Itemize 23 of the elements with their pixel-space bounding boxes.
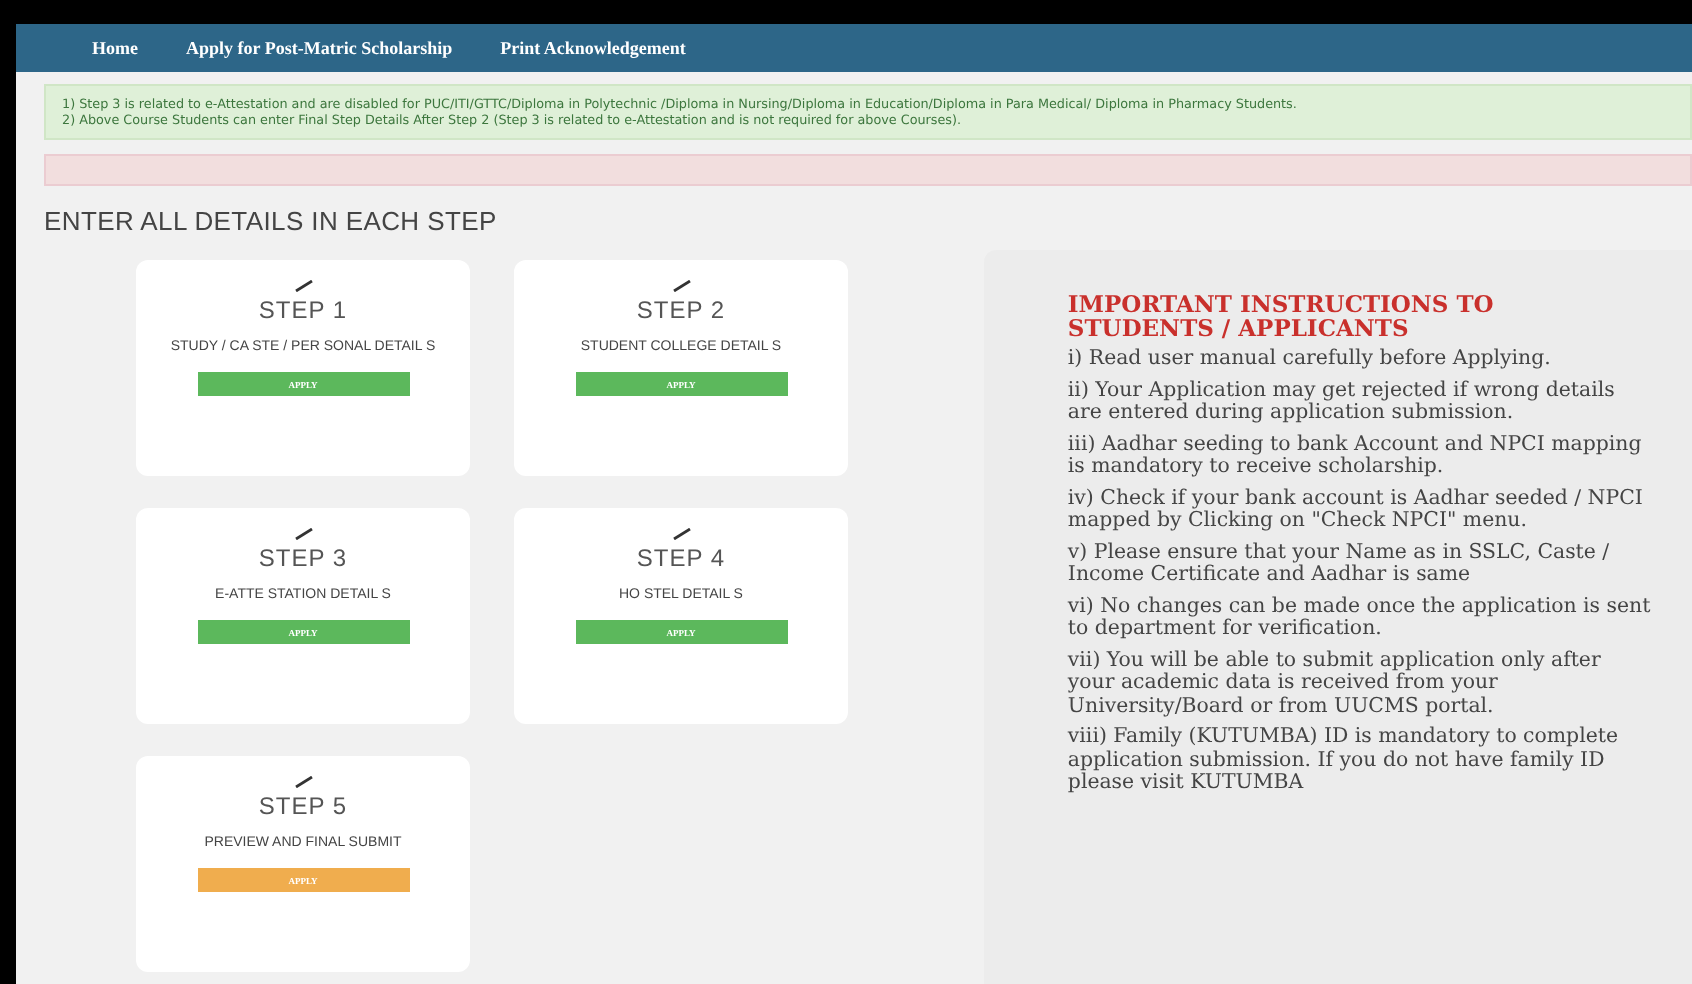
instruction-text: iii) Aadhar seeding to bank Account and NPCI mapping is mandatory to receive scholarship. xyxy=(1067,433,1644,479)
instructions-title: IMPORTANT INSTRUCTIONS TO STUDENTS / APPLICANTS xyxy=(1067,294,1496,340)
step-title: STEP 5 xyxy=(258,792,348,820)
pencil-icon xyxy=(293,528,313,540)
instruction-text: ii) Your Application may get rejected if wrong details are entered during application submission. xyxy=(1067,379,1617,425)
nav-link[interactable]: Print Acknowledgement xyxy=(500,38,686,58)
nav-link[interactable]: Apply for Post-Matric Scholarship xyxy=(186,38,453,58)
instruction-text: vii) You will be able to submit application only after your academic data is received from your University/Board or from UUCMS portal. xyxy=(1067,649,1603,718)
instruction-text: iv) Check if your bank account is Aadhar seeded / NPCI mapped by Clicking on "Check NPCI" menu. xyxy=(1067,487,1645,533)
pencil-icon xyxy=(671,280,691,292)
step-title: STEP 2 xyxy=(636,296,726,324)
instruction-text: v) Please ensure that your Name as in SSLC, Caste / Income Certificate and Aadhar is same xyxy=(1067,541,1612,587)
instruction-text: viii) Family (KUTUMBA) ID is mandatory to complete application submission. If you do not have family ID please visit KUTUMBA xyxy=(1067,726,1620,795)
step-title: STEP 1 xyxy=(258,296,348,324)
instruction-text: vi) No changes can be made once the application is sent to department for verification. xyxy=(1067,595,1652,641)
page-heading: ENTER ALL DETAILS IN EACH STEP xyxy=(44,206,499,236)
step-title: STEP 3 xyxy=(258,544,348,572)
pencil-icon xyxy=(671,528,691,540)
step-title: STEP 4 xyxy=(636,544,726,572)
pencil-icon xyxy=(293,776,313,788)
nav-link[interactable]: Home xyxy=(92,38,138,58)
pencil-icon xyxy=(293,280,313,292)
instruction-text: i) Read user manual carefully before Applying. xyxy=(1067,348,1553,371)
